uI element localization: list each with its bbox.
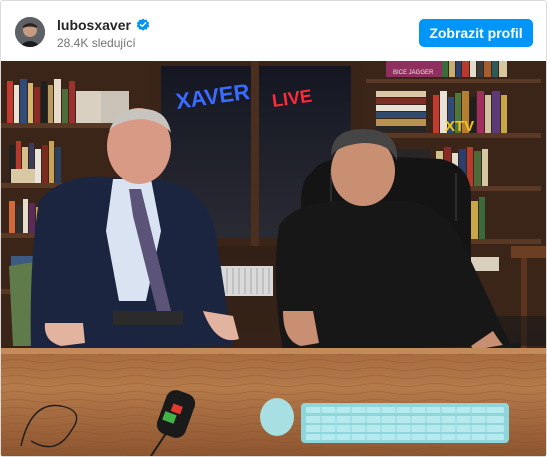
instagram-embed-card: lubosxaver 28.4K sledující Zobrazit prof…	[0, 0, 547, 457]
follower-count: 28.4K sledující	[57, 36, 136, 50]
verified-badge-icon	[136, 18, 150, 32]
xtv-sign: XTV	[445, 118, 474, 135]
post-photo[interactable]: BICE JAGGER XTV XAVER LIVE	[1, 61, 546, 456]
username[interactable]: lubosxaver	[57, 17, 131, 33]
view-profile-button[interactable]: Zobrazit profil	[419, 19, 533, 47]
keyboard	[301, 403, 509, 443]
post-header: lubosxaver 28.4K sledující Zobrazit prof…	[1, 1, 546, 61]
username-row: lubosxaver	[57, 16, 150, 34]
profile-avatar[interactable]	[15, 17, 45, 47]
book-spine-label: BICE JAGGER	[393, 70, 434, 76]
mouse	[260, 398, 294, 436]
